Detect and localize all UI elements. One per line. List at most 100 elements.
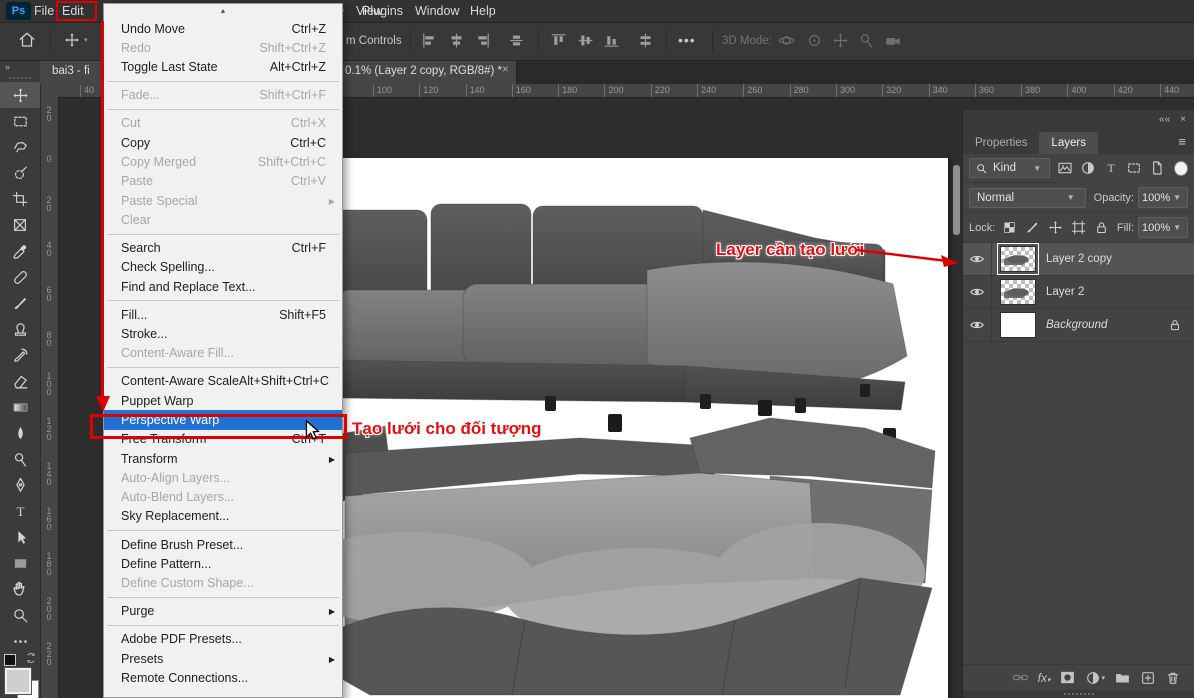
layer-row[interactable]: Layer 2 copy	[963, 243, 1194, 276]
lock-artboard-icon[interactable]	[1071, 220, 1086, 235]
move-tool-preset-icon[interactable]: ▾	[64, 32, 88, 48]
filter-kind-select[interactable]: Kind ▼	[969, 158, 1050, 178]
canvas-vertical-scrollbar[interactable]	[953, 165, 960, 235]
edit-menu-item[interactable]: Puppet Warp	[104, 391, 342, 410]
edit-menu-item[interactable]: Auto-Blend Layers...	[104, 488, 342, 507]
layer-effects-icon[interactable]: fx▾	[1038, 671, 1051, 685]
tool-move[interactable]	[0, 82, 40, 108]
edit-menu-item[interactable]: Copy Ctrl+C	[104, 133, 342, 152]
edit-menu-item[interactable]: Paste Special ▶	[104, 191, 342, 210]
3d-orbit-icon[interactable]	[778, 32, 795, 49]
layer-row[interactable]: Background	[963, 309, 1194, 342]
tool-clone-stamp[interactable]	[0, 316, 40, 342]
edit-menu-item[interactable]: Toggle Last State Alt+Ctrl+Z	[104, 58, 342, 77]
edit-menu-item[interactable]: Check Spelling...	[104, 258, 342, 277]
panel-menu-icon[interactable]: ≡	[1178, 134, 1186, 149]
edit-menu-item[interactable]: Paste Ctrl+V	[104, 172, 342, 191]
edit-menu-item[interactable]	[104, 526, 342, 535]
tool-eyedropper[interactable]	[0, 238, 40, 264]
edit-menu-item[interactable]: Stroke...	[104, 324, 342, 343]
edit-menu-item[interactable]: Presets ▶	[104, 649, 342, 668]
tool-path-selection[interactable]	[0, 524, 40, 550]
3d-roll-icon[interactable]	[806, 32, 823, 49]
new-group-folder-icon[interactable]	[1114, 669, 1131, 686]
panel-collapse-icon[interactable]: ««	[1159, 114, 1170, 125]
tool-frame[interactable]	[0, 212, 40, 238]
color-swatches[interactable]	[3, 658, 39, 698]
edit-menu-item[interactable]: Purge ▶	[104, 602, 342, 621]
lock-all-icon[interactable]	[1094, 220, 1109, 235]
transform-controls-label[interactable]: m Controls	[346, 35, 402, 47]
edit-menu-item[interactable]	[104, 105, 342, 114]
blend-mode-select[interactable]: Normal▼	[969, 188, 1086, 208]
edit-menu-item[interactable]: Auto-Align Layers...	[104, 468, 342, 487]
vertical-ruler[interactable]: 20020406080100120140160180200220	[40, 97, 59, 698]
edit-menu-item[interactable]	[104, 230, 342, 239]
filter-shape-icon[interactable]	[1126, 160, 1142, 176]
panel-resize-grip[interactable]	[963, 690, 1194, 698]
tool-rectangle[interactable]	[0, 550, 40, 576]
photoshop-logo[interactable]: Ps	[6, 2, 31, 20]
menu-file[interactable]: File	[30, 0, 58, 22]
align-left-edges-icon[interactable]	[421, 32, 438, 49]
layer-visibility-eye-icon[interactable]	[963, 309, 992, 341]
tool-blur[interactable]	[0, 420, 40, 446]
edit-menu-item[interactable]	[104, 593, 342, 602]
tool-edit-toolbar[interactable]	[0, 628, 40, 654]
edit-menu-item[interactable]: Define Pattern...	[104, 554, 342, 573]
toolbar-grip[interactable]	[9, 77, 31, 79]
layer-thumbnail[interactable]	[1000, 312, 1036, 338]
delete-layer-trash-icon[interactable]	[1165, 670, 1181, 686]
layer-thumbnail[interactable]	[1000, 246, 1036, 272]
edit-menu-item[interactable]: Define Custom Shape...	[104, 574, 342, 593]
edit-menu-item[interactable]: Content-Aware Fill...	[104, 344, 342, 363]
tab-close-icon[interactable]: ×	[502, 64, 509, 76]
filter-smart-object-icon[interactable]	[1149, 160, 1165, 176]
edit-menu-item[interactable]: Undo Move Ctrl+Z	[104, 19, 342, 38]
3d-pan-icon[interactable]	[832, 32, 849, 49]
link-layers-icon[interactable]	[1012, 669, 1029, 686]
default-colors-icon[interactable]	[4, 654, 16, 666]
tab-layers[interactable]: Layers	[1039, 132, 1098, 154]
edit-menu-item[interactable]	[104, 77, 342, 86]
filter-type-icon[interactable]	[1103, 160, 1119, 176]
home-icon[interactable]	[18, 31, 36, 49]
add-layer-mask-icon[interactable]	[1059, 669, 1076, 686]
more-options-icon[interactable]: •••	[678, 32, 696, 48]
edit-menu-item[interactable]: Search Ctrl+F	[104, 238, 342, 257]
align-bottom-edges-icon[interactable]	[603, 32, 620, 49]
edit-menu-item[interactable]: Remote Connections...	[104, 668, 342, 687]
edit-menu-item[interactable]: Sky Replacement...	[104, 507, 342, 526]
edit-menu-item[interactable]: Redo Shift+Ctrl+Z	[104, 38, 342, 57]
lock-pixels-icon[interactable]	[1025, 220, 1040, 235]
tool-type[interactable]	[0, 498, 40, 524]
tool-dodge[interactable]	[0, 446, 40, 472]
3d-camera-icon[interactable]	[884, 32, 902, 50]
align-horizontal-centers-icon[interactable]	[448, 32, 465, 49]
distribute-vertical-icon[interactable]	[637, 32, 654, 49]
opacity-input[interactable]: 100%▼	[1138, 187, 1188, 208]
fill-input[interactable]: 100%▼	[1138, 217, 1188, 238]
align-right-edges-icon[interactable]	[474, 32, 491, 49]
tool-spot-healing-brush[interactable]	[0, 264, 40, 290]
tool-quick-selection[interactable]	[0, 160, 40, 186]
tool-hand[interactable]	[0, 576, 40, 602]
lock-position-icon[interactable]	[1048, 220, 1063, 235]
3d-slide-icon[interactable]	[858, 32, 875, 49]
tool-gradient[interactable]	[0, 394, 40, 420]
filter-image-icon[interactable]	[1057, 160, 1073, 176]
layer-row[interactable]: Layer 2	[963, 276, 1194, 309]
edit-menu-item[interactable]: Find and Replace Text...	[104, 277, 342, 296]
tool-polygonal-lasso[interactable]	[0, 134, 40, 160]
swap-colors-icon[interactable]	[25, 652, 37, 664]
edit-menu-item[interactable]: Fade... Shift+Ctrl+F	[104, 86, 342, 105]
align-middle-icon[interactable]	[577, 32, 594, 49]
adjustment-layer-icon[interactable]: ▾	[1085, 670, 1105, 686]
lock-transparency-icon[interactable]	[1002, 220, 1017, 235]
edit-menu-item[interactable]: Transform ▶	[104, 449, 342, 468]
edit-menu-item[interactable]	[104, 296, 342, 305]
edit-menu-item[interactable]: Fill... Shift+F5	[104, 305, 342, 324]
tool-eraser[interactable]	[0, 368, 40, 394]
edit-menu-item[interactable]: Adobe PDF Presets...	[104, 630, 342, 649]
menu-window[interactable]: Window	[411, 0, 463, 22]
